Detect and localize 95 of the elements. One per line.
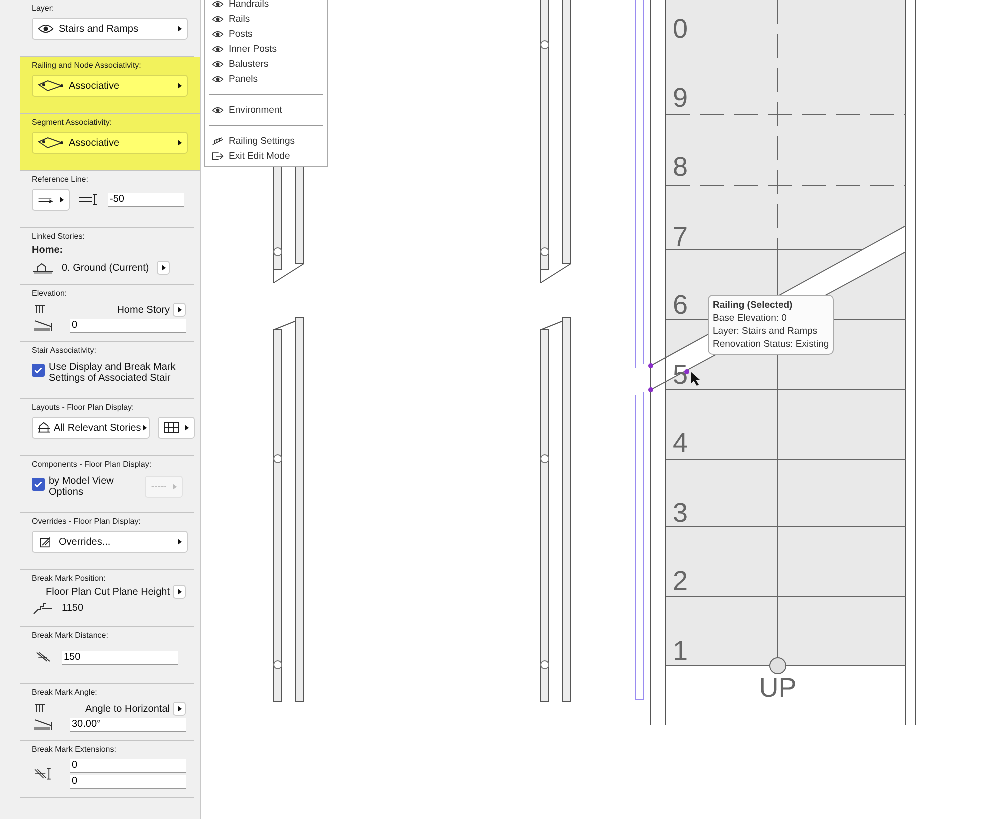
step-number: 1: [673, 636, 688, 666]
associativity-icon: [38, 80, 64, 92]
home-label: Home:: [32, 245, 64, 256]
reference-line-button[interactable]: [32, 189, 70, 211]
menu-item[interactable]: Environment: [205, 103, 327, 118]
tooltip-line: Renovation Status: Existing: [713, 338, 830, 351]
menu-item[interactable]: Exit Edit Mode: [205, 149, 327, 164]
menu-item[interactable]: Rails: [205, 12, 327, 27]
section-label: Break Mark Position:: [32, 574, 107, 583]
caret-icon: [60, 197, 64, 203]
caret-icon: [185, 425, 189, 431]
caret-icon: [178, 706, 182, 712]
home-story-text: 0. Ground (Current): [62, 262, 150, 274]
caret-icon: [162, 265, 166, 271]
step-number: 8: [673, 152, 688, 182]
step-number: 9: [673, 83, 688, 113]
caret-icon: [178, 589, 182, 595]
tooltip-line: Layer: Stairs and Ramps: [713, 325, 819, 338]
dropdown-button[interactable]: Overrides...: [32, 531, 188, 553]
option-menu-button[interactable]: [173, 702, 186, 716]
tooltip-line: Base Elevation: 0: [713, 312, 788, 325]
dropdown-button[interactable]: Associative: [32, 75, 188, 97]
eye-icon: [212, 30, 224, 39]
menu-item[interactable]: Posts: [205, 27, 327, 42]
section-label: Railing and Node Associativity:: [32, 61, 142, 70]
option-menu-button[interactable]: [173, 585, 186, 599]
step-number: 6: [673, 290, 688, 320]
step-number: 4: [673, 428, 688, 458]
story-menu-button[interactable]: [157, 261, 170, 275]
menu-item[interactable]: Railing Settings: [205, 134, 327, 149]
option-text: Home Story: [117, 304, 170, 316]
distance-input[interactable]: 150: [62, 651, 178, 665]
layouts-button[interactable]: All Relevant Stories: [32, 417, 150, 439]
caret-icon: [143, 425, 148, 431]
section-label: Segment Associativity:: [32, 118, 114, 127]
break-extensions-icon: [32, 767, 54, 781]
step-number: 3: [673, 498, 688, 528]
railing-icon: [212, 137, 224, 146]
stories-icon: [36, 422, 52, 434]
eye-icon: [212, 15, 224, 24]
eye-icon: [212, 0, 224, 9]
section-label: Break Mark Angle:: [32, 688, 98, 697]
section-label: Break Mark Extensions:: [32, 745, 118, 754]
caret-icon: [178, 140, 182, 146]
layout-options-button[interactable]: [158, 417, 195, 439]
caret-icon: [178, 26, 182, 32]
value-input[interactable]: 0: [70, 319, 186, 333]
section-label: Linked Stories:: [32, 232, 86, 241]
eye-icon: [212, 75, 224, 84]
menu-item[interactable]: Balusters: [205, 57, 327, 72]
extension-input[interactable]: 0: [70, 759, 186, 773]
checkbox-label: Use Display and Break Mark Settings of Associated Stair: [49, 362, 177, 384]
checkbox-label: by Model View Options: [49, 476, 115, 498]
caret-icon: [178, 539, 182, 545]
stair-height-icon: [32, 601, 54, 615]
eye-icon: [212, 45, 224, 54]
associativity-icon: [38, 137, 64, 149]
section-label: Break Mark Distance:: [32, 631, 110, 640]
section-label: Layer:: [32, 4, 56, 13]
exit-icon: [212, 152, 224, 161]
section-label: Overrides - Floor Plan Display:: [32, 517, 142, 526]
offset-icon: [78, 193, 100, 207]
option-text: Angle to Horizontal: [86, 704, 170, 714]
option-text: Floor Plan Cut Plane Height: [46, 586, 170, 598]
section-label: Components - Floor Plan Display:: [32, 460, 153, 469]
grid-icon: [164, 422, 180, 434]
story-icon: [32, 261, 54, 275]
step-number: 0: [673, 14, 688, 44]
offset-input[interactable]: -50: [108, 193, 184, 207]
section-label: Reference Line:: [32, 175, 90, 184]
menu-item[interactable]: Inner Posts: [205, 42, 327, 57]
step-number: 7: [673, 222, 688, 252]
checkbox[interactable]: [32, 364, 45, 377]
eye-icon: [38, 23, 54, 35]
direction-label: UP: [759, 673, 797, 703]
menu-item[interactable]: Handrails: [205, 0, 327, 12]
option-menu-button[interactable]: [173, 303, 186, 317]
checkbox[interactable]: [32, 478, 45, 491]
caret-icon: [173, 484, 177, 490]
section-label: Stair Associativity:: [32, 346, 98, 355]
extension-input[interactable]: 0: [70, 775, 186, 789]
section-label: Elevation:: [32, 289, 68, 298]
dropdown-button[interactable]: Associative: [32, 132, 188, 154]
tooltip-title: Railing (Selected): [713, 299, 794, 312]
section-label: Layouts - Floor Plan Display:: [32, 403, 136, 412]
caret-icon: [178, 83, 182, 89]
cursor-icon: [691, 372, 700, 386]
eye-icon: [212, 60, 224, 69]
caret-icon: [178, 307, 182, 313]
menu-item[interactable]: Panels: [205, 72, 327, 87]
dropdown-button[interactable]: Stairs and Ramps: [32, 18, 188, 40]
eye-icon: [212, 106, 224, 115]
step-number: 2: [673, 566, 688, 596]
height-value: 1150: [62, 602, 84, 614]
value-input[interactable]: 30.00°: [70, 718, 186, 732]
